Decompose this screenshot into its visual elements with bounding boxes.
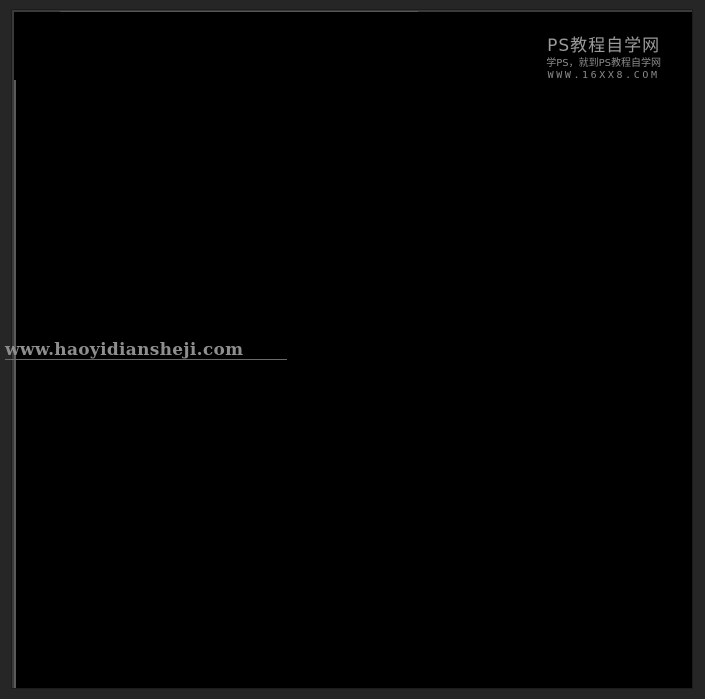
watermark-site-title: PS教程自学网: [547, 36, 661, 56]
watermark-left-underline: [5, 359, 287, 360]
watermark-top-right: PS教程自学网 学PS，就到PS教程自学网 WWW.16XX8.COM: [546, 36, 661, 82]
watermark-site-subtitle: 学PS，就到PS教程自学网: [546, 58, 661, 69]
canvas-top-edge: [60, 11, 418, 12]
canvas-left-edge: [14, 80, 16, 688]
watermark-left-url: www.haoyidiansheji.com: [5, 340, 244, 360]
watermark-site-url: WWW.16XX8.COM: [547, 70, 660, 81]
